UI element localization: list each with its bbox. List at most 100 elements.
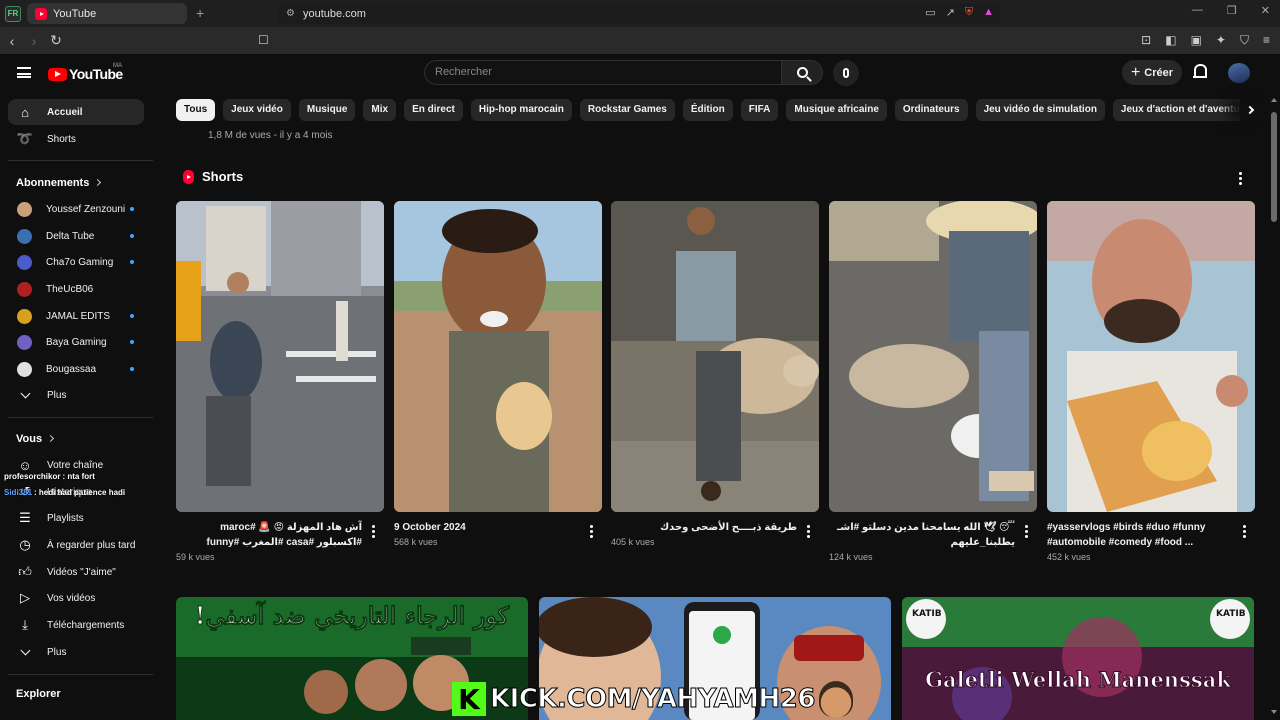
short-thumbnail[interactable] [176,201,384,512]
short-menu-icon[interactable] [806,525,810,538]
reload-icon[interactable]: ↻ [46,32,66,49]
scroll-up-icon[interactable] [1271,98,1277,102]
sidebar-subscription[interactable]: Bougassaa [8,356,144,382]
vpn-icon[interactable]: ⛉ [1240,33,1249,48]
chip-4[interactable]: En direct [404,99,463,121]
scrollbar-thumb[interactable] [1271,112,1277,222]
chips-next-button[interactable] [1240,99,1262,121]
short-title[interactable]: #yasservlogs #birds #duo #funny #automob… [1047,520,1233,550]
youtube-logo[interactable]: YouTube [48,66,123,82]
voice-search-button[interactable] [833,60,859,86]
share-icon[interactable]: ↗ [946,6,955,19]
menu-icon[interactable]: ≡ [1263,33,1270,48]
short-title[interactable]: طريقة ذبــــح الأضحى وحدك [611,520,797,535]
chat-message: Sidi381 : hedi had patience hadi [4,488,125,497]
you-heading[interactable]: Vous [16,433,55,445]
short-title[interactable]: 9 October 2024 [394,520,580,535]
create-button[interactable]: + Créer [1122,60,1182,85]
short-card[interactable]: 😴 🕊 الله يسامحنا مدين دسلتو #اشـ يطلبنا_… [829,201,1037,562]
sidebar-item-your-videos[interactable]: ▷ Vos vidéos [8,585,144,611]
chip-12[interactable]: Jeux d'action et d'aventure [1112,99,1256,121]
short-menu-icon[interactable] [1242,525,1246,538]
guide-menu-icon[interactable] [17,67,31,78]
short-title[interactable]: 😴 🕊 الله يسامحنا مدين دسلتو #اشـ يطلبنا_… [829,520,1015,550]
sidebar-item-home[interactable]: ⌂ Accueil [8,99,144,125]
notifications-bell-icon[interactable] [1193,64,1207,80]
sidebar-toggle-icon[interactable]: ◧ [1165,33,1176,48]
sidebar-subscription[interactable]: Cha7o Gaming [8,249,144,275]
like-icon: 👍︎ [18,564,32,579]
short-thumbnail[interactable] [829,201,1037,512]
address-bar[interactable]: ⚙ youtube.com ▭ ↗ ⛨ ▲ [278,3,1000,24]
short-menu-icon[interactable] [371,525,375,538]
sidebar-subscription[interactable]: Youssef Zenzouni [8,196,144,222]
leo-ai-icon[interactable]: ✦ [1216,33,1226,48]
minimize-icon[interactable]: — [1192,4,1203,17]
sidebar-item-watch-later[interactable]: ◷ À regarder plus tard [8,532,144,558]
close-icon[interactable]: ✕ [1261,4,1270,17]
chip-2[interactable]: Musique [298,99,356,121]
sidebar-item-shorts[interactable]: ➰ Shorts [8,126,144,152]
forward-icon[interactable]: › [24,33,44,49]
chip-5[interactable]: Hip-hop marocain [470,99,572,121]
sidebar-item-downloads[interactable]: ⤓ Téléchargements [8,612,144,638]
short-menu-icon[interactable] [1024,525,1028,538]
sidebar-item-playlists[interactable]: ☰ Playlists [8,505,144,531]
sidebar-you-more[interactable]: Plus [8,639,144,665]
short-thumbnail[interactable] [611,201,819,512]
chip-11[interactable]: Jeu vidéo de simulation [975,99,1105,121]
stream-chat-overlay: profesorchikor : nta fort Sidi381 : hedi… [4,472,125,504]
chip-7[interactable]: Édition [682,99,733,121]
wallet-icon[interactable]: ▣ [1191,33,1202,48]
tab-search-icon[interactable]: ⊡ [1141,33,1151,48]
sidebar-subscription[interactable]: TheUcB06 [8,276,144,302]
short-card[interactable]: طريقة ذبــــح الأضحى وحدك 405 k vues [611,201,819,547]
sidebar-subscriptions-more[interactable]: Plus [8,382,144,408]
site-info-icon[interactable]: ⚙ [286,8,295,19]
short-menu-icon[interactable] [589,525,593,538]
short-card[interactable]: آش هاد المهزلة 😡 🚨 #maroc #اكسبلور #casa… [176,201,384,562]
page-scrollbar[interactable] [1268,92,1280,720]
sidebar-subscription[interactable]: Delta Tube [8,223,144,249]
chip-6[interactable]: Rockstar Games [579,99,675,121]
search-button[interactable] [781,60,823,85]
brave-rewards-icon[interactable]: ▲ [983,6,994,19]
account-avatar[interactable] [1228,63,1250,83]
sidebar-item-liked-videos[interactable]: 👍︎ Vidéos "J'aime" [8,559,144,585]
chat-message: profesorchikor : nta fort [4,472,125,481]
brave-shield-icon[interactable]: ⛨ [965,6,973,19]
short-card[interactable]: 9 October 2024 568 k vues [394,201,602,547]
sidebar-subscription[interactable]: Baya Gaming [8,329,144,355]
short-thumbnail[interactable] [1047,201,1255,512]
chip-3[interactable]: Mix [363,99,397,121]
chevron-down-icon [20,388,30,398]
short-thumbnail[interactable] [394,201,602,512]
scroll-down-icon[interactable] [1271,710,1277,714]
chip-8[interactable]: FIFA [740,99,779,121]
chat-text: : hedi had patience hadi [34,488,126,497]
chip-1[interactable]: Jeux vidéo [223,99,291,121]
url-text: youtube.com [302,7,366,20]
shelf-menu-icon[interactable] [1238,172,1242,185]
video-metadata: 1,8 M de vues - il y a 4 mois [208,130,333,141]
new-tab-button[interactable]: + [196,5,204,21]
chip-10[interactable]: Ordinateurs [894,99,968,121]
video-thumbnail[interactable]: KATIB KATIB Galetli Wellah Manenssak [902,597,1254,720]
short-card[interactable]: #yasservlogs #birds #duo #funny #automob… [1047,201,1255,562]
extension-icons: ⊡ ◧ ▣ ✦ ⛉ ≡ [1141,33,1270,48]
short-title[interactable]: آش هاد المهزلة 😡 🚨 #maroc #اكسبلور #casa… [176,520,362,550]
cast-icon[interactable]: ▭ [925,6,935,19]
back-icon[interactable]: ‹ [2,33,22,49]
browser-tab-youtube[interactable]: YouTube [27,3,187,24]
subscriptions-heading[interactable]: Abonnements [16,177,102,189]
bookmark-icon[interactable]: ☐ [258,33,269,47]
chip-9[interactable]: Musique africaine [786,99,887,121]
browser-app-icon[interactable]: FR [5,5,21,22]
restore-icon[interactable]: ❐ [1227,4,1237,17]
kick-url-text: KICK.COM/YAHYAMH26 [490,684,816,715]
search-input[interactable]: Rechercher [424,60,782,85]
sidebar-subscription[interactable]: JAMAL EDITS [8,303,144,329]
sidebar-divider [8,674,153,675]
explore-heading[interactable]: Explorer [16,688,61,700]
chip-0[interactable]: Tous [176,99,216,121]
